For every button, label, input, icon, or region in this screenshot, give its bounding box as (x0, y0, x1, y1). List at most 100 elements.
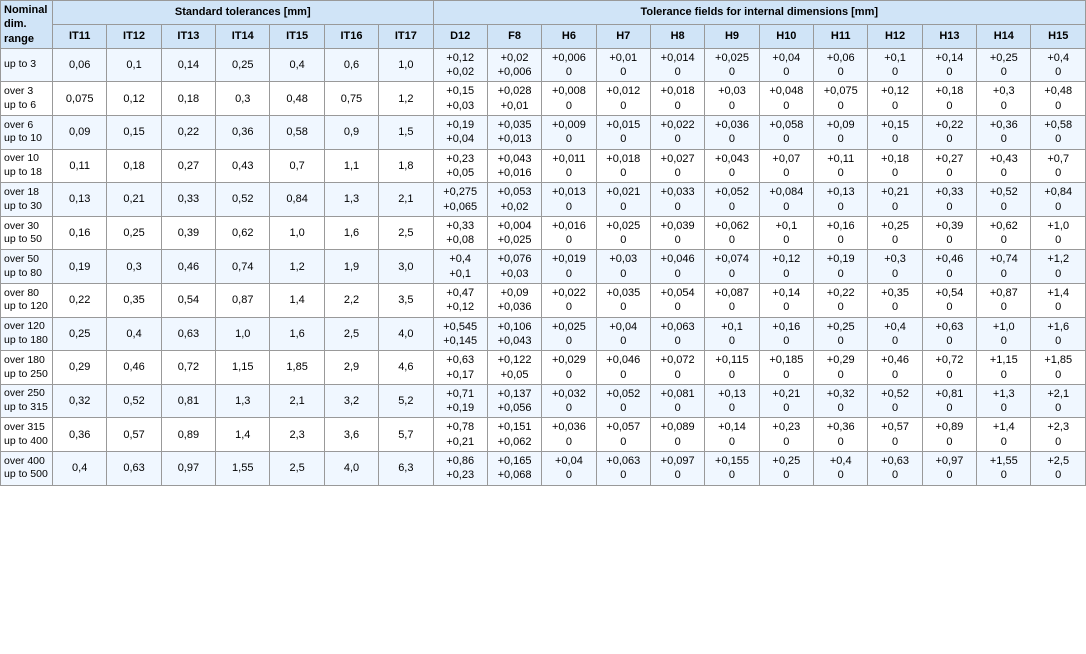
h10-cell: +0,120 (759, 250, 813, 284)
it14-cell: 0,74 (216, 250, 270, 284)
it15-cell: 0,84 (270, 183, 324, 217)
h15-cell: +2,50 (1031, 452, 1086, 486)
h13-cell: +0,970 (922, 452, 976, 486)
h11-cell: +0,160 (814, 216, 868, 250)
h12-cell: +0,250 (868, 216, 922, 250)
h6-cell: +0,0290 (542, 351, 596, 385)
table-row: over 80up to 1200,220,350,540,871,42,23,… (1, 284, 1086, 318)
it13-cell: 0,22 (161, 116, 215, 150)
header-it11: IT11 (53, 24, 107, 48)
h9-cell: +0,030 (705, 82, 759, 116)
it16-cell: 0,75 (324, 82, 378, 116)
h11-cell: +0,320 (814, 384, 868, 418)
it13-cell: 0,81 (161, 384, 215, 418)
h15-cell: +0,40 (1031, 48, 1086, 82)
h13-cell: +0,810 (922, 384, 976, 418)
f8-cell: +0,02+0,006 (487, 48, 541, 82)
f8-cell: +0,004+0,025 (487, 216, 541, 250)
h6-cell: +0,0080 (542, 82, 596, 116)
h13-cell: +0,720 (922, 351, 976, 385)
h12-cell: +0,180 (868, 149, 922, 183)
h14-cell: +1,40 (977, 418, 1031, 452)
d12-cell: +0,545+0,145 (433, 317, 487, 351)
h6-cell: +0,0220 (542, 284, 596, 318)
h7-cell: +0,0630 (596, 452, 650, 486)
it14-cell: 1,3 (216, 384, 270, 418)
it12-cell: 0,4 (107, 317, 161, 351)
header-h9: H9 (705, 24, 759, 48)
h12-cell: +0,150 (868, 116, 922, 150)
h12-cell: +0,460 (868, 351, 922, 385)
it12-cell: 0,25 (107, 216, 161, 250)
h12-cell: +0,350 (868, 284, 922, 318)
it13-cell: 0,89 (161, 418, 215, 452)
h8-cell: +0,0180 (650, 82, 704, 116)
h10-cell: +0,10 (759, 216, 813, 250)
h15-cell: +2,30 (1031, 418, 1086, 452)
h9-cell: +0,0430 (705, 149, 759, 183)
it17-cell: 5,2 (379, 384, 433, 418)
it11-cell: 0,11 (53, 149, 107, 183)
h12-cell: +0,210 (868, 183, 922, 217)
f8-cell: +0,09+0,036 (487, 284, 541, 318)
h14-cell: +1,30 (977, 384, 1031, 418)
it14-cell: 0,3 (216, 82, 270, 116)
h15-cell: +1,00 (1031, 216, 1086, 250)
f8-cell: +0,106+0,043 (487, 317, 541, 351)
h14-cell: +0,740 (977, 250, 1031, 284)
it16-cell: 3,2 (324, 384, 378, 418)
h11-cell: +0,250 (814, 317, 868, 351)
it15-cell: 2,3 (270, 418, 324, 452)
d12-cell: +0,275+0,065 (433, 183, 487, 217)
it17-cell: 4,0 (379, 317, 433, 351)
it13-cell: 0,27 (161, 149, 215, 183)
it15-cell: 2,5 (270, 452, 324, 486)
table-row: over 18up to 300,130,210,330,520,841,32,… (1, 183, 1086, 217)
h10-cell: +0,230 (759, 418, 813, 452)
h8-cell: +0,0890 (650, 418, 704, 452)
it13-cell: 0,54 (161, 284, 215, 318)
dim-range-cell: over 120up to 180 (1, 317, 53, 351)
d12-cell: +0,63+0,17 (433, 351, 487, 385)
h11-cell: +0,220 (814, 284, 868, 318)
table-row: over 50up to 800,190,30,460,741,21,93,0+… (1, 250, 1086, 284)
it14-cell: 1,55 (216, 452, 270, 486)
h7-cell: +0,040 (596, 317, 650, 351)
header-h7: H7 (596, 24, 650, 48)
it11-cell: 0,29 (53, 351, 107, 385)
table-row: over 3up to 60,0750,120,180,30,480,751,2… (1, 82, 1086, 116)
d12-cell: +0,19+0,04 (433, 116, 487, 150)
h9-cell: +0,0250 (705, 48, 759, 82)
it12-cell: 0,12 (107, 82, 161, 116)
it12-cell: 0,21 (107, 183, 161, 217)
h10-cell: +0,0480 (759, 82, 813, 116)
h6-cell: +0,0160 (542, 216, 596, 250)
h15-cell: +1,60 (1031, 317, 1086, 351)
table-row: over 400up to 5000,40,630,971,552,54,06,… (1, 452, 1086, 486)
d12-cell: +0,86+0,23 (433, 452, 487, 486)
it15-cell: 0,7 (270, 149, 324, 183)
header-h10: H10 (759, 24, 813, 48)
h13-cell: +0,180 (922, 82, 976, 116)
it11-cell: 0,16 (53, 216, 107, 250)
it17-cell: 1,5 (379, 116, 433, 150)
h6-cell: +0,0060 (542, 48, 596, 82)
it17-cell: 2,1 (379, 183, 433, 217)
h12-cell: +0,520 (868, 384, 922, 418)
h12-cell: +0,40 (868, 317, 922, 351)
h9-cell: +0,0740 (705, 250, 759, 284)
dim-range-cell: over 315up to 400 (1, 418, 53, 452)
header-tol-fields: Tolerance fields for internal dimensions… (433, 1, 1085, 25)
dim-range-cell: over 3up to 6 (1, 82, 53, 116)
h10-cell: +0,0840 (759, 183, 813, 217)
h8-cell: +0,0390 (650, 216, 704, 250)
h9-cell: +0,0620 (705, 216, 759, 250)
it11-cell: 0,19 (53, 250, 107, 284)
h13-cell: +0,270 (922, 149, 976, 183)
dim-range-cell: over 180up to 250 (1, 351, 53, 385)
h13-cell: +0,890 (922, 418, 976, 452)
dim-range-cell: over 6up to 10 (1, 116, 53, 150)
it16-cell: 3,6 (324, 418, 378, 452)
h10-cell: +0,0580 (759, 116, 813, 150)
h7-cell: +0,030 (596, 250, 650, 284)
